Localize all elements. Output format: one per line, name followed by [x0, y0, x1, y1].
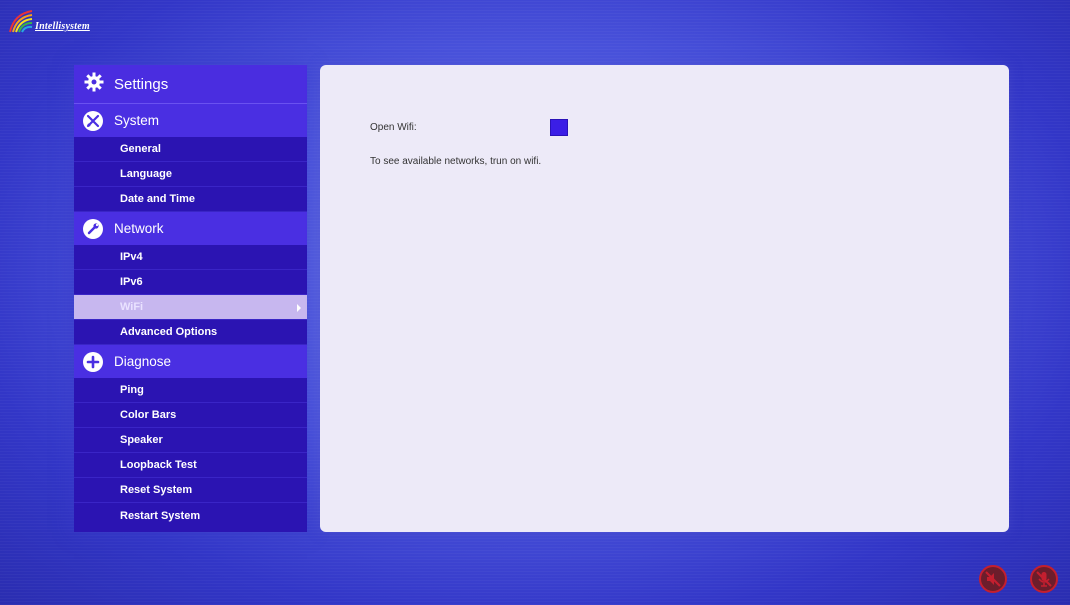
- sidebar-item-ipv6[interactable]: IPv6: [74, 270, 307, 295]
- settings-title: Settings: [114, 75, 169, 93]
- settings-header: Settings: [74, 65, 307, 104]
- plus-icon: [83, 351, 103, 372]
- rainbow-logo-icon: [8, 8, 34, 34]
- sidebar-item-wifi[interactable]: WiFi: [74, 295, 307, 320]
- gear-icon: [84, 72, 104, 97]
- section-system[interactable]: System: [74, 104, 307, 137]
- open-wifi-checkbox[interactable]: [550, 119, 568, 136]
- microphone-muted-icon[interactable]: [1030, 565, 1058, 593]
- speaker-muted-icon[interactable]: [979, 565, 1007, 593]
- sidebar-item-ping[interactable]: Ping: [74, 378, 307, 403]
- sidebar-item-general[interactable]: General: [74, 137, 307, 162]
- sidebar-item-language[interactable]: Language: [74, 162, 307, 187]
- open-wifi-label: Open Wifi:: [370, 122, 417, 133]
- brand-logo: Intellisystem: [8, 8, 90, 34]
- wifi-hint-text: To see available networks, trun on wifi.: [370, 156, 542, 167]
- section-label: System: [114, 113, 160, 128]
- settings-sidebar: Settings System General Language Date an…: [74, 65, 307, 532]
- section-label: Network: [114, 221, 164, 236]
- logo-text: Intellisystem: [35, 21, 90, 32]
- tools-icon: [83, 110, 103, 131]
- sidebar-item-color-bars[interactable]: Color Bars: [74, 403, 307, 428]
- sidebar-item-date-time[interactable]: Date and Time: [74, 187, 307, 212]
- sidebar-item-label: WiFi: [120, 301, 144, 313]
- sidebar-item-ipv4[interactable]: IPv4: [74, 245, 307, 270]
- section-network[interactable]: Network: [74, 212, 307, 245]
- sidebar-item-restart-system[interactable]: Restart System: [74, 503, 307, 528]
- chevron-right-icon: [297, 304, 301, 312]
- sidebar-item-reset-system[interactable]: Reset System: [74, 478, 307, 503]
- sidebar-item-advanced-options[interactable]: Advanced Options: [74, 320, 307, 345]
- open-wifi-row: Open Wifi:: [370, 119, 568, 136]
- sidebar-item-loopback-test[interactable]: Loopback Test: [74, 453, 307, 478]
- wifi-settings-panel: Open Wifi: To see available networks, tr…: [320, 65, 1009, 532]
- section-diagnose[interactable]: Diagnose: [74, 345, 307, 378]
- sidebar-item-speaker[interactable]: Speaker: [74, 428, 307, 453]
- wrench-icon: [83, 218, 103, 239]
- section-label: Diagnose: [114, 354, 172, 369]
